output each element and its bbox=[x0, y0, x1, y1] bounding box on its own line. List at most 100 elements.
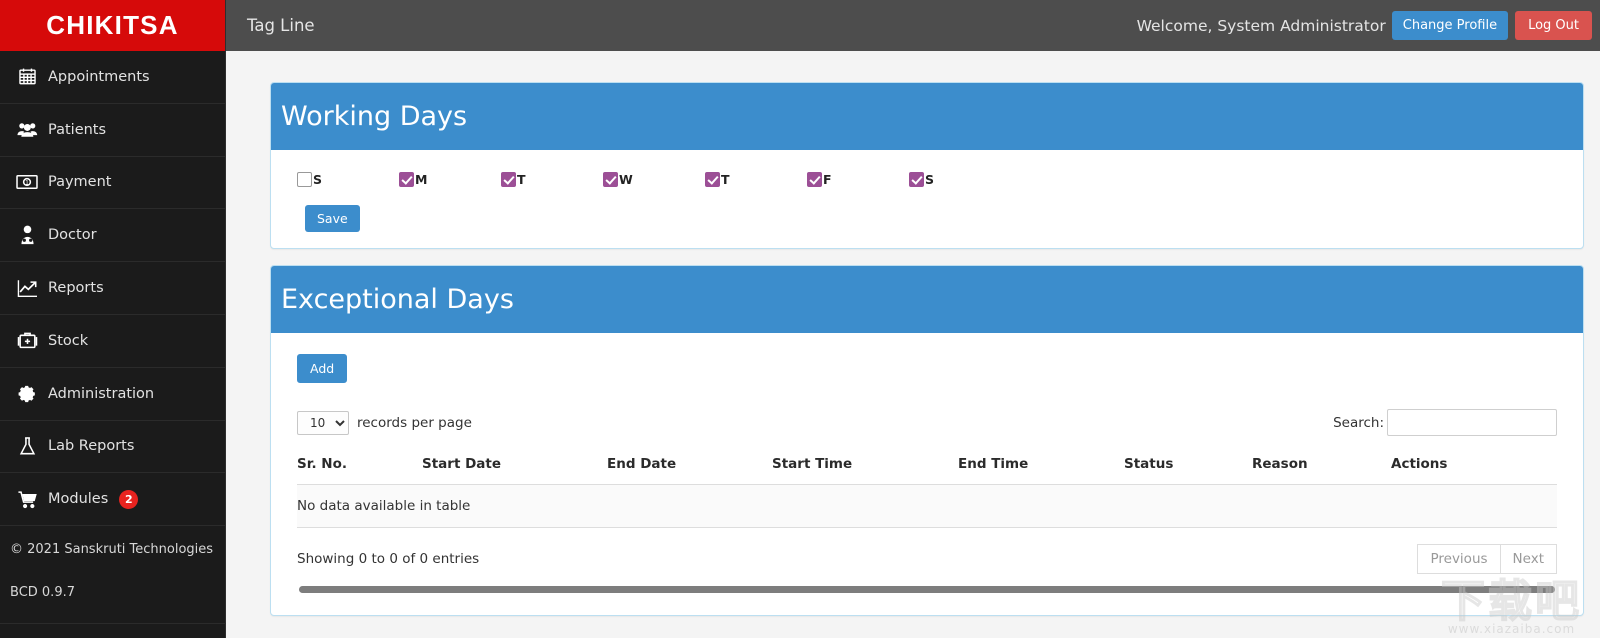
working-days-panel-header: Working Days bbox=[271, 83, 1583, 150]
flask-icon bbox=[10, 436, 44, 456]
doctor-icon bbox=[10, 225, 44, 245]
sidebar-item-label: Stock bbox=[48, 332, 89, 349]
day-label: S bbox=[925, 171, 935, 187]
sidebar-item-label: Reports bbox=[48, 280, 104, 297]
checkbox-tuesday[interactable] bbox=[501, 171, 516, 187]
table-head: Sr. No. Start Date End Date Start Time E… bbox=[297, 456, 1557, 485]
top-header-bar: Tag Line Welcome, System Administrator C… bbox=[226, 0, 1600, 51]
sidebar-item-patients[interactable]: Patients bbox=[0, 104, 225, 157]
column-header-start-date[interactable]: Start Date bbox=[422, 456, 607, 485]
table-info-text: Showing 0 to 0 of 0 entries bbox=[297, 551, 480, 567]
table-horizontal-scrollbar[interactable] bbox=[299, 586, 1555, 593]
application-window: CHIKITSA Appointments Patients 1 Payment… bbox=[0, 0, 1600, 638]
sidebar-item-lab-reports[interactable]: Lab Reports bbox=[0, 421, 225, 474]
day-label: F bbox=[823, 171, 832, 187]
working-days-checkbox-row: S M T W T F S bbox=[283, 164, 1571, 194]
sidebar: CHIKITSA Appointments Patients 1 Payment… bbox=[0, 0, 226, 638]
sidebar-item-doctor[interactable]: Doctor bbox=[0, 209, 225, 263]
calendar-icon bbox=[10, 67, 44, 86]
day-checkbox-monday[interactable]: M bbox=[399, 171, 501, 187]
tagline-text: Tag Line bbox=[247, 16, 315, 35]
day-checkbox-thursday[interactable]: T bbox=[705, 171, 807, 187]
exceptional-days-table: Sr. No. Start Date End Date Start Time E… bbox=[297, 456, 1557, 528]
sidebar-item-administration[interactable]: Administration bbox=[0, 368, 225, 421]
change-profile-button[interactable]: Change Profile bbox=[1391, 11, 1509, 40]
money-bill-icon: 1 bbox=[10, 174, 44, 190]
sidebar-item-label: Doctor bbox=[48, 227, 97, 244]
checkbox-wednesday[interactable] bbox=[603, 171, 618, 187]
day-label: T bbox=[517, 171, 526, 187]
sidebar-item-modules[interactable]: Modules 2 bbox=[0, 473, 225, 527]
checkbox-friday[interactable] bbox=[807, 171, 822, 187]
column-header-status[interactable]: Status bbox=[1124, 456, 1252, 485]
search-input[interactable] bbox=[1387, 409, 1557, 436]
day-label: T bbox=[721, 171, 730, 187]
records-per-page-label: records per page bbox=[357, 414, 472, 431]
cart-icon bbox=[10, 490, 44, 509]
copyright-text: © 2021 Sanskruti Technologies bbox=[10, 542, 214, 558]
search-control: Search: bbox=[1333, 409, 1557, 436]
header-actions: Welcome, System Administrator Change Pro… bbox=[1137, 11, 1600, 40]
column-header-actions[interactable]: Actions bbox=[1391, 456, 1557, 485]
sidebar-item-label: Lab Reports bbox=[48, 438, 135, 455]
working-days-panel-body: S M T W T F S Save bbox=[271, 150, 1583, 248]
records-per-page-select[interactable]: 10 25 50 100 bbox=[297, 410, 349, 435]
day-checkbox-friday[interactable]: F bbox=[807, 171, 909, 187]
gear-icon bbox=[10, 384, 44, 404]
day-checkbox-wednesday[interactable]: W bbox=[603, 171, 705, 187]
save-working-days-button[interactable]: Save bbox=[305, 205, 360, 232]
previous-page-button[interactable]: Previous bbox=[1417, 544, 1501, 574]
scrollbar-thumb[interactable] bbox=[299, 586, 1555, 593]
brand-name: CHIKITSA bbox=[46, 10, 179, 40]
exceptional-days-datatable: 10 25 50 100 records per page Search: bbox=[283, 409, 1571, 593]
sidebar-divider bbox=[0, 623, 226, 624]
empty-table-message: No data available in table bbox=[297, 484, 1557, 528]
day-label: S bbox=[313, 171, 323, 187]
sidebar-item-payment[interactable]: 1 Payment bbox=[0, 157, 225, 210]
day-label: W bbox=[619, 171, 633, 187]
working-days-title: Working Days bbox=[281, 101, 468, 132]
table-body: No data available in table bbox=[297, 484, 1557, 528]
exceptional-days-title: Exceptional Days bbox=[281, 284, 514, 315]
exceptional-days-panel: Exceptional Days Add 10 25 50 100 r bbox=[270, 265, 1584, 616]
records-per-page-control: 10 25 50 100 records per page bbox=[297, 410, 472, 435]
day-checkbox-saturday[interactable]: S bbox=[909, 171, 1011, 187]
medkit-icon bbox=[10, 331, 44, 350]
column-header-start-time[interactable]: Start Time bbox=[772, 456, 958, 485]
next-page-button[interactable]: Next bbox=[1500, 544, 1557, 574]
table-header-row: Sr. No. Start Date End Date Start Time E… bbox=[297, 456, 1557, 485]
sidebar-item-label: Administration bbox=[48, 385, 155, 402]
column-header-end-date[interactable]: End Date bbox=[607, 456, 772, 485]
day-checkbox-sunday[interactable]: S bbox=[297, 171, 399, 187]
pagination: Previous Next bbox=[1417, 544, 1557, 574]
checkbox-thursday[interactable] bbox=[705, 171, 720, 187]
column-header-sr-no[interactable]: Sr. No. bbox=[297, 456, 422, 485]
brand-logo[interactable]: CHIKITSA bbox=[0, 0, 225, 51]
sidebar-item-label: Modules bbox=[48, 491, 109, 508]
table-row: No data available in table bbox=[297, 484, 1557, 528]
sidebar-footer: © 2021 Sanskruti Technologies BCD 0.9.7 bbox=[0, 526, 225, 600]
column-header-reason[interactable]: Reason bbox=[1252, 456, 1391, 485]
checkbox-monday[interactable] bbox=[399, 171, 414, 187]
logout-button[interactable]: Log Out bbox=[1515, 11, 1592, 40]
sidebar-nav: Appointments Patients 1 Payment Doctor R… bbox=[0, 51, 225, 527]
exceptional-days-panel-body: Add 10 25 50 100 records per page bbox=[271, 333, 1583, 615]
users-icon bbox=[10, 120, 44, 139]
datatable-footer: Showing 0 to 0 of 0 entries Previous Nex… bbox=[297, 544, 1557, 574]
modules-badge: 2 bbox=[119, 489, 139, 509]
checkbox-saturday[interactable] bbox=[909, 171, 924, 187]
column-header-end-time[interactable]: End Time bbox=[958, 456, 1124, 485]
add-exceptional-day-button[interactable]: Add bbox=[297, 354, 348, 383]
sidebar-item-label: Payment bbox=[48, 174, 112, 191]
chart-line-icon bbox=[10, 279, 44, 298]
svg-text:1: 1 bbox=[25, 181, 29, 187]
working-days-panel: Working Days S M T W T F S Save bbox=[270, 82, 1584, 249]
version-text: BCD 0.9.7 bbox=[10, 585, 75, 601]
day-checkbox-tuesday[interactable]: T bbox=[501, 171, 603, 187]
sidebar-item-stock[interactable]: Stock bbox=[0, 315, 225, 368]
checkbox-sunday[interactable] bbox=[297, 171, 312, 187]
sidebar-item-label: Appointments bbox=[48, 68, 150, 85]
datatable-controls: 10 25 50 100 records per page Search: bbox=[297, 409, 1557, 436]
sidebar-item-reports[interactable]: Reports bbox=[0, 262, 225, 315]
sidebar-item-appointments[interactable]: Appointments bbox=[0, 51, 225, 104]
